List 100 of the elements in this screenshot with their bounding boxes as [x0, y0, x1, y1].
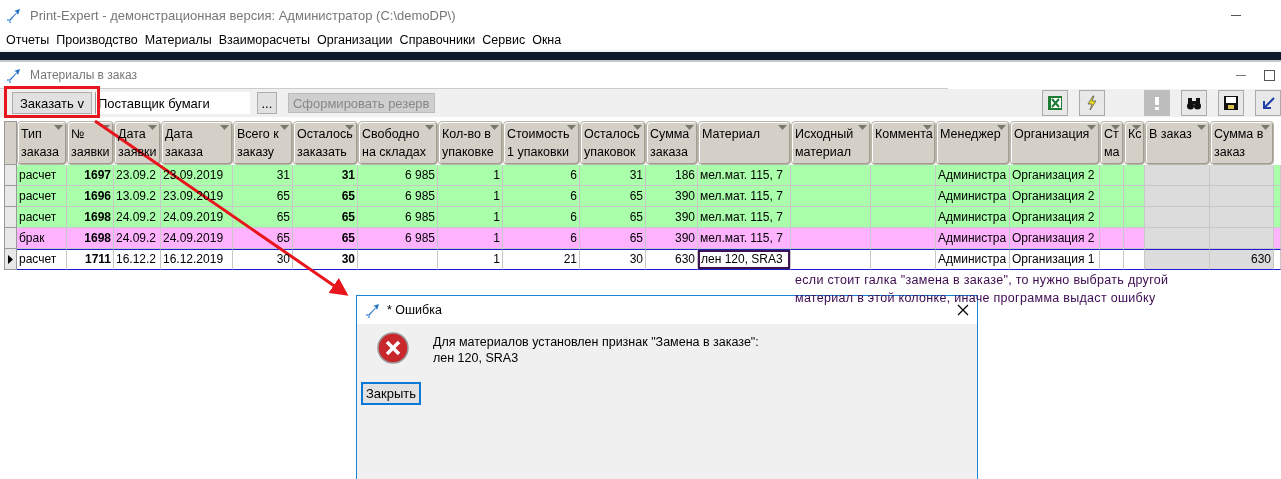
- table-cell: 13.09.2: [114, 186, 161, 207]
- table-cell: 65: [580, 207, 646, 228]
- table-cell: 31: [233, 165, 293, 186]
- sort-arrow-icon[interactable]: [685, 125, 694, 130]
- table-cell: 1697: [67, 165, 114, 186]
- column-header[interactable]: Всего к заказу: [233, 121, 293, 165]
- table-cell: 630: [1210, 249, 1274, 270]
- column-header[interactable]: Менеджер: [936, 121, 1010, 165]
- maximize-icon[interactable]: [1264, 69, 1275, 81]
- table-cell: 30: [580, 249, 646, 270]
- menu-item[interactable]: Организации: [314, 33, 396, 47]
- sort-arrow-icon[interactable]: [1197, 125, 1206, 130]
- table-cell: [871, 249, 936, 270]
- table-cell: 1: [438, 165, 503, 186]
- table-cell: 630: [646, 249, 698, 270]
- table-cell: Организация 1: [1010, 249, 1100, 270]
- corner-cell[interactable]: [4, 121, 17, 165]
- sort-arrow-icon[interactable]: [54, 125, 63, 130]
- menu-item[interactable]: Материалы: [141, 33, 215, 47]
- spreadsheet-icon[interactable]: [1042, 90, 1068, 116]
- table-cell: расчет: [17, 249, 67, 270]
- table-cell: 65: [233, 207, 293, 228]
- column-header[interactable]: Сумма заказа: [646, 121, 698, 165]
- sort-arrow-icon[interactable]: [1111, 125, 1120, 130]
- table-cell: 65: [293, 207, 358, 228]
- column-header[interactable]: В заказ: [1145, 121, 1210, 165]
- sort-arrow-icon[interactable]: [425, 125, 434, 130]
- error-message: лен 120, SRA3: [433, 350, 520, 366]
- supplier-field[interactable]: Поставщик бумаги: [94, 92, 250, 114]
- table-cell: 6: [503, 186, 580, 207]
- minimize-icon[interactable]: [1236, 74, 1246, 76]
- table-cell: 31: [293, 165, 358, 186]
- save-icon[interactable]: [1218, 90, 1244, 116]
- sort-arrow-icon[interactable]: [220, 125, 229, 130]
- table-cell: [871, 228, 936, 249]
- sort-arrow-icon[interactable]: [345, 125, 354, 130]
- column-header[interactable]: Сумма в заказ: [1210, 121, 1274, 165]
- column-header[interactable]: Тип заказа: [17, 121, 67, 165]
- sort-arrow-icon[interactable]: [997, 125, 1006, 130]
- minimize-icon[interactable]: [1231, 14, 1241, 16]
- table-cell: 65: [233, 186, 293, 207]
- table-cell: [1124, 186, 1145, 207]
- menu-item[interactable]: Отчеты: [3, 33, 53, 47]
- sort-arrow-icon[interactable]: [858, 125, 867, 130]
- table-cell: Организация 2: [1010, 165, 1100, 186]
- column-header[interactable]: Материал: [698, 121, 791, 165]
- column-header[interactable]: Кс: [1124, 121, 1145, 165]
- column-header[interactable]: Осталось заказать: [293, 121, 358, 165]
- sort-arrow-icon[interactable]: [1261, 125, 1270, 130]
- menu-item[interactable]: Взаиморасчеты: [215, 33, 313, 47]
- sort-arrow-icon[interactable]: [280, 125, 289, 130]
- column-header[interactable]: Ст ма: [1100, 121, 1124, 165]
- table-cell: [1124, 249, 1145, 270]
- menu-item[interactable]: Окна: [529, 33, 565, 47]
- table-cell: 1: [438, 207, 503, 228]
- sort-arrow-icon[interactable]: [148, 125, 157, 130]
- table-cell: [1145, 228, 1210, 249]
- binoculars-icon[interactable]: [1181, 90, 1207, 116]
- column-header[interactable]: Коммента: [871, 121, 936, 165]
- table-cell: [1210, 228, 1274, 249]
- table-cell: мел.мат. 115, 7: [698, 186, 791, 207]
- order-button[interactable]: Заказать v: [12, 92, 92, 114]
- sort-arrow-icon[interactable]: [923, 125, 932, 130]
- close-icon[interactable]: [957, 304, 969, 316]
- sort-arrow-icon[interactable]: [567, 125, 576, 130]
- column-header[interactable]: Кол-во в упаковке: [438, 121, 503, 165]
- table-cell: 24.09.2019: [161, 207, 233, 228]
- column-header[interactable]: Дата заказа: [161, 121, 233, 165]
- close-button[interactable]: Закрыть: [361, 382, 422, 405]
- error-message: Для материалов установлен признак "Замена в заказе":: [433, 334, 759, 350]
- table-cell: 1696: [67, 186, 114, 207]
- sort-arrow-icon[interactable]: [1087, 125, 1096, 130]
- table-cell: 6: [503, 165, 580, 186]
- column-header[interactable]: Осталось упаковок: [580, 121, 646, 165]
- row-pointer-icon: [8, 254, 13, 264]
- lightning-icon[interactable]: [1079, 90, 1105, 116]
- sort-arrow-icon[interactable]: [490, 125, 499, 130]
- table-cell: 390: [646, 228, 698, 249]
- table-cell: 1: [438, 228, 503, 249]
- menu-item[interactable]: Справочники: [396, 33, 479, 47]
- column-header[interactable]: Свободно на складах: [358, 121, 438, 165]
- browse-button[interactable]: ...: [256, 92, 277, 114]
- table-cell: [1145, 186, 1210, 207]
- sort-arrow-icon[interactable]: [633, 125, 642, 130]
- table-cell: [1100, 186, 1124, 207]
- row-header[interactable]: [4, 249, 17, 270]
- table-cell: мел.мат. 115, 7: [698, 165, 791, 186]
- column-header[interactable]: Организация: [1010, 121, 1100, 165]
- column-header[interactable]: Исходный материал: [791, 121, 871, 165]
- sort-arrow-icon[interactable]: [778, 125, 787, 130]
- table-cell: 1698: [67, 228, 114, 249]
- table-cell: 65: [580, 228, 646, 249]
- table-cell: Организация 2: [1010, 186, 1100, 207]
- table-cell: [1145, 249, 1210, 270]
- table-cell: 6: [503, 228, 580, 249]
- table-cell: 24.09.2019: [161, 228, 233, 249]
- menu-item[interactable]: Производство: [53, 33, 141, 47]
- menu-item[interactable]: Сервис: [479, 33, 529, 47]
- sort-arrow-icon[interactable]: [1132, 125, 1141, 130]
- column-header[interactable]: Стоимость 1 упаковки: [503, 121, 580, 165]
